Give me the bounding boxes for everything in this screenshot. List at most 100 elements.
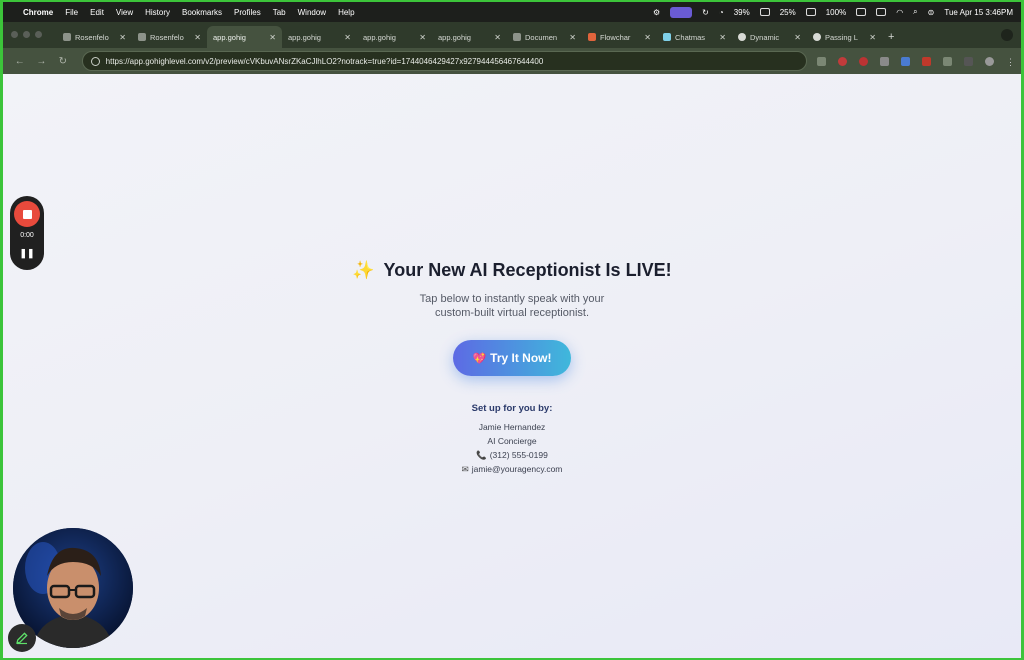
tab-gohighlevel-3[interactable]: app.gohig ✕	[357, 26, 432, 48]
menu-view[interactable]: View	[116, 8, 133, 17]
close-tab-icon[interactable]: ✕	[419, 33, 426, 42]
tab-label: Passing L	[825, 32, 858, 42]
close-tab-icon[interactable]: ✕	[644, 33, 651, 42]
menu-tab[interactable]: Tab	[273, 8, 286, 17]
reload-button[interactable]: ↻	[52, 56, 74, 67]
network-icon[interactable]	[805, 8, 816, 16]
battery-icon[interactable]	[856, 8, 867, 16]
menu-help[interactable]: Help	[338, 8, 354, 17]
browser-tab-strip: Rosenfelo ✕ Rosenfelo ✕ app.gohig ✕ app.…	[3, 22, 1021, 48]
screen-record-icon[interactable]	[670, 6, 693, 18]
tab-gohighlevel-2[interactable]: app.gohig ✕	[282, 26, 357, 48]
menu-profiles[interactable]: Profiles	[234, 8, 261, 17]
menubar-datetime[interactable]: Tue Apr 15 3:46PM	[944, 8, 1013, 17]
screen-frame: Chrome File Edit View History Bookmarks …	[3, 2, 1021, 658]
tab-favicon-icon	[513, 33, 521, 41]
menu-bookmarks[interactable]: Bookmarks	[182, 8, 222, 17]
tab-favicon-icon	[663, 33, 671, 41]
cta-label: Try It Now!	[490, 351, 552, 365]
tab-favicon-icon	[813, 33, 821, 41]
edit-annotation-button[interactable]	[8, 624, 36, 652]
headline-text: Your New AI Receptionist Is LIVE!	[383, 260, 672, 280]
extension-icon[interactable]	[837, 56, 847, 66]
page-subtitle: Tap below to instantly speak with your c…	[360, 292, 664, 320]
close-tab-icon[interactable]: ✕	[494, 33, 501, 42]
forward-button[interactable]: →	[31, 56, 53, 67]
address-bar[interactable]: https://app.gohighlevel.com/v2/preview/c…	[81, 51, 807, 71]
sidebar-icon[interactable]	[963, 56, 973, 66]
tab-chatmaster[interactable]: Chatmas ✕	[657, 26, 732, 48]
menu-window[interactable]: Window	[298, 8, 326, 17]
tab-favicon-icon	[738, 33, 746, 41]
contact-email[interactable]: jamie@youragency.com	[472, 464, 563, 474]
profile-avatar-icon[interactable]	[984, 56, 994, 66]
cpu-icon[interactable]: ◔	[719, 8, 724, 17]
tab-gohighlevel-active[interactable]: app.gohig ✕	[207, 26, 282, 48]
tab-flowchart[interactable]: Flowchar ✕	[582, 26, 657, 48]
tab-dynamic[interactable]: Dynamic ✕	[732, 26, 807, 48]
maximize-window-button[interactable]	[35, 31, 42, 38]
search-icon[interactable]: ⌕	[913, 7, 917, 17]
close-tab-icon[interactable]: ✕	[344, 33, 351, 42]
pause-recording-button[interactable]: ❚❚	[10, 248, 44, 259]
tab-document[interactable]: Documen ✕	[507, 26, 582, 48]
wifi-icon[interactable]: ◠	[896, 8, 903, 17]
site-info-icon[interactable]	[90, 56, 100, 66]
control-center-icon[interactable]: ⊜	[928, 8, 935, 17]
recording-timer: 0:00	[20, 232, 34, 239]
puzzle-icon[interactable]	[942, 56, 952, 66]
tab-rosenfeld-1[interactable]: Rosenfelo ✕	[57, 26, 132, 48]
window-controls	[11, 31, 42, 38]
extension-icon[interactable]	[879, 56, 889, 66]
menu-edit[interactable]: Edit	[90, 8, 104, 17]
page-headline: ✨ Your New AI Receptionist Is LIVE!	[3, 260, 1021, 281]
address-bar-url[interactable]: https://app.gohighlevel.com/v2/preview/c…	[106, 57, 544, 66]
contact-title: AI Concierge	[487, 436, 537, 446]
minimize-window-button[interactable]	[23, 31, 30, 38]
tab-favicon-icon	[63, 33, 71, 41]
close-tab-icon[interactable]: ✕	[119, 33, 126, 42]
tab-label: Chatmas	[675, 32, 706, 42]
try-it-now-button[interactable]: 💖 Try It Now!	[453, 340, 571, 376]
close-tab-icon[interactable]: ✕	[794, 33, 801, 42]
memory-icon[interactable]	[759, 8, 770, 16]
setup-by-title: Set up for you by:	[471, 403, 553, 414]
menu-app-name[interactable]: Chrome	[23, 8, 53, 17]
tab-label: app.gohig	[213, 32, 246, 42]
heart-icon: 💖	[472, 352, 487, 365]
tab-label: app.gohig	[363, 32, 396, 42]
close-tab-icon[interactable]: ✕	[194, 33, 201, 42]
macos-menubar: Chrome File Edit View History Bookmarks …	[3, 2, 1021, 22]
extension-icon[interactable]	[900, 56, 910, 66]
tab-label: app.gohig	[288, 32, 321, 42]
email-icon: ✉	[461, 464, 469, 474]
menu-history[interactable]: History	[145, 8, 170, 17]
more-menu-icon[interactable]: ⋮	[1006, 57, 1015, 67]
new-tab-button[interactable]: +	[888, 31, 894, 43]
sync-icon[interactable]: ↻	[702, 8, 709, 17]
extension-icon[interactable]	[858, 56, 868, 66]
close-window-button[interactable]	[11, 31, 18, 38]
subtitle-line: custom-built virtual receptionist.	[434, 307, 590, 319]
extension-icon[interactable]	[816, 56, 826, 66]
stop-recording-button[interactable]	[14, 201, 40, 227]
close-tab-icon[interactable]: ✕	[269, 33, 276, 42]
tab-gohighlevel-4[interactable]: app.gohig ✕	[432, 26, 507, 48]
tab-search-icon[interactable]	[1001, 29, 1013, 41]
contact-phone[interactable]: (312) 555-0199	[490, 450, 548, 460]
close-tab-icon[interactable]: ✕	[719, 33, 726, 42]
phone-icon: 📞	[476, 450, 487, 460]
close-tab-icon[interactable]: ✕	[869, 33, 876, 42]
battery-percent: 100%	[825, 7, 847, 17]
gear-icon[interactable]: ⚙	[653, 8, 660, 17]
tab-rosenfeld-2[interactable]: Rosenfelo ✕	[132, 26, 207, 48]
window-icon[interactable]	[876, 8, 887, 16]
tab-passing[interactable]: Passing L ✕	[807, 26, 882, 48]
back-button[interactable]: ←	[9, 56, 31, 67]
tab-favicon-icon	[588, 33, 596, 41]
sparkles-icon: ✨	[352, 260, 375, 280]
menu-file[interactable]: File	[65, 8, 78, 17]
extension-icon[interactable]	[921, 56, 931, 66]
close-tab-icon[interactable]: ✕	[569, 33, 576, 42]
extensions-area: ⋮	[816, 56, 1015, 67]
